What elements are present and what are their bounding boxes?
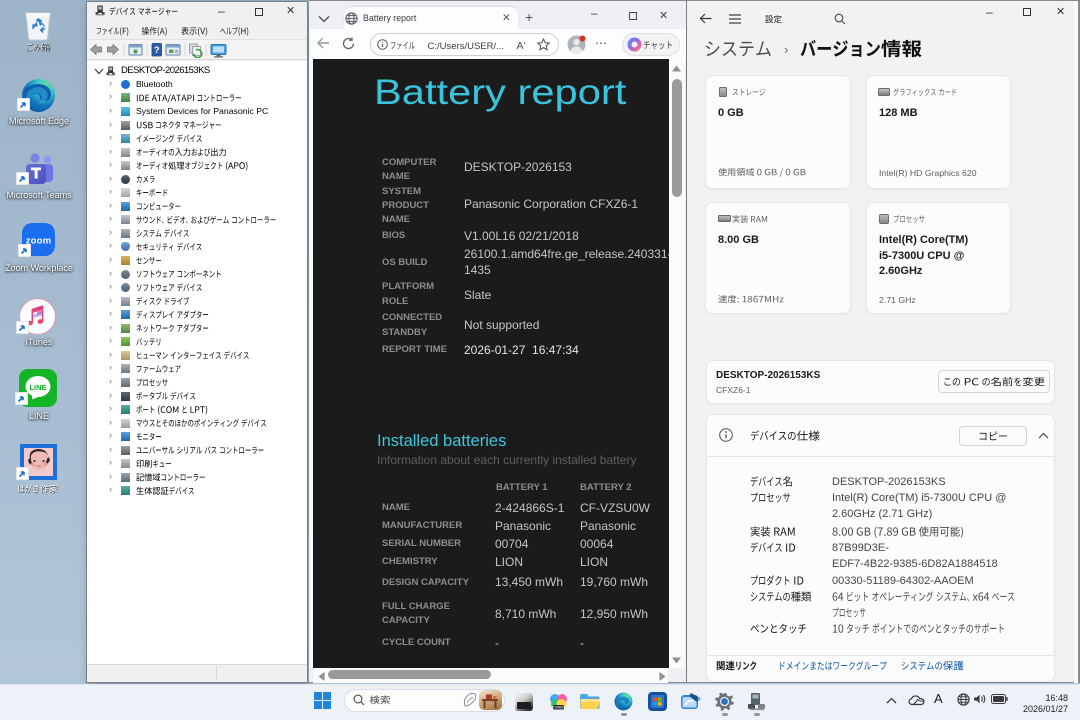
svg-text:POWER: POWER — [552, 706, 565, 710]
svg-text:LINE: LINE — [29, 383, 46, 392]
svg-text:?: ? — [154, 45, 160, 56]
